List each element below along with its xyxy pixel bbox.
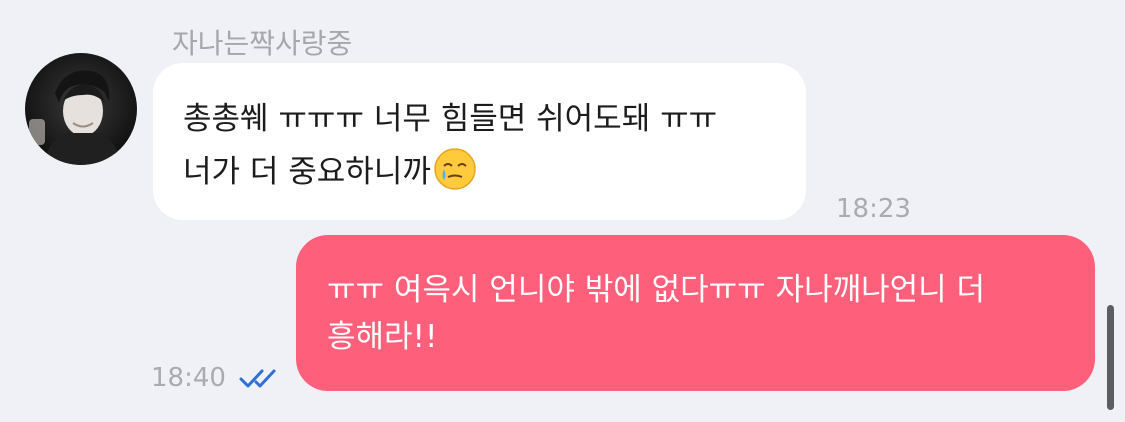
outgoing-timestamp: 18:40 [151,363,226,393]
incoming-message-text: 총총쒜 ㅠㅠㅠ 너무 힘들면 쉬어도돼 ㅠㅠ 너가 더 중요하니까 [183,93,783,199]
sender-avatar[interactable] [25,53,137,165]
avatar-image [25,53,137,165]
sender-name: 자나는짝사랑중 [172,27,353,60]
face-holding-back-tears-icon [434,148,476,190]
incoming-message-bubble[interactable]: 총총쒜 ㅠㅠㅠ 너무 힘들면 쉬어도돼 ㅠㅠ 너가 더 중요하니까 [153,63,806,220]
outgoing-message-bubble[interactable]: ㅠㅠ 여윽시 언니야 밖에 없다ㅠㅠ 자나깨나언니 더 흥해라!! [296,235,1095,391]
incoming-timestamp: 18:23 [836,194,911,224]
scrollbar-thumb[interactable] [1107,305,1114,410]
double-check-read-icon [239,369,276,388]
outgoing-message-text: ㅠㅠ 여윽시 언니야 밖에 없다ㅠㅠ 자나깨나언니 더 흥해라!! [327,272,986,355]
